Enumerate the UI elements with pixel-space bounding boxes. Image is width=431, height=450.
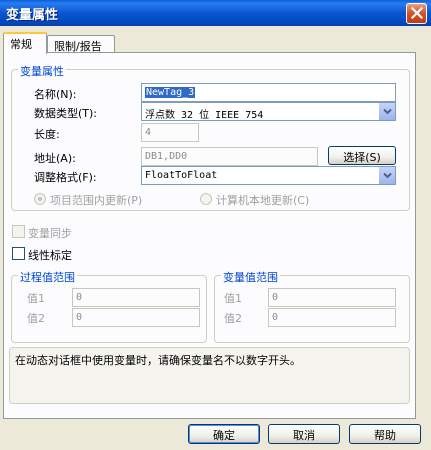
process-value2: 0 [76,312,83,323]
variable-sync-label: 变量同步 [28,227,72,240]
tab-panel: 变量属性 名称(N): NewTag_3 数据类型(T): 浮点数 32 位 I… [3,52,416,419]
tab-limits-report[interactable]: 限制/报告 [47,35,115,53]
adjust-format-dropdown-button[interactable] [378,167,395,184]
process-value1-label: 值1 [27,292,45,305]
name-value: NewTag_3 [145,87,196,98]
radio-selected-dot [38,197,42,201]
radio-local-update-label: 计算机本地更新(C) [216,194,310,207]
window-title: 变量属性 [6,8,59,23]
chevron-down-icon [383,108,392,115]
title-bar[interactable]: 变量属性 [0,0,431,26]
variable-range-group: 变量值范围 值1 0 值2 0 [214,269,410,343]
cancel-button-label: 取消 [293,429,315,442]
linear-scaling-label: 线性标定 [28,249,72,262]
variable-value2: 0 [272,312,279,323]
data-type-select[interactable]: 浮点数 32 位 IEEE 754 [141,102,396,121]
adjust-format-label: 调整格式(F): [34,171,97,184]
process-value1-field: 0 [72,288,200,307]
info-note-box: 在动态对话框中使用变量时，请确保变量名不以数字开头。 [9,347,410,404]
address-value: DB1,DD0 [145,151,188,162]
process-value1: 0 [76,292,83,303]
address-label: 地址(A): [34,152,76,165]
variable-value1: 0 [272,292,279,303]
length-value: 4 [145,127,152,138]
name-label: 名称(N): [34,88,77,101]
adjust-format-value: FloatToFloat [145,170,218,181]
length-label: 长度: [34,128,60,141]
data-type-dropdown-button[interactable] [378,103,395,120]
data-type-label: 数据类型(T): [34,107,98,120]
variable-sync-checkbox[interactable] [12,225,25,238]
help-button[interactable]: 帮助 [349,424,421,444]
name-input[interactable]: NewTag_3 [141,83,396,102]
close-button[interactable] [406,3,427,24]
tab-general-label: 常规 [10,38,32,51]
select-button[interactable]: 选择(S) [328,146,396,165]
select-button-label: 选择(S) [343,151,381,164]
linear-scaling-checkbox[interactable] [12,247,25,260]
variable-value1-label: 值1 [224,292,242,305]
radio-local-update[interactable] [200,193,212,205]
process-range-group: 过程值范围 值1 0 值2 0 [11,269,207,343]
tab-general[interactable]: 常规 [3,32,47,54]
variable-properties-group: 变量属性 名称(N): NewTag_3 数据类型(T): 浮点数 32 位 I… [11,63,410,211]
radio-project-update-label: 项目范围内更新(P) [50,194,143,207]
variable-properties-title: 变量属性 [18,63,66,79]
variable-value2-label: 值2 [224,312,242,325]
ok-button-label: 确定 [213,429,235,442]
variable-value2-field: 0 [268,308,396,327]
close-icon [411,7,423,19]
cancel-button[interactable]: 取消 [268,424,340,444]
process-value2-label: 值2 [27,312,45,325]
process-range-title: 过程值范围 [18,269,77,285]
chevron-down-icon [383,172,392,179]
radio-project-update[interactable] [34,193,46,205]
variable-value1-field: 0 [268,288,396,307]
adjust-format-select[interactable]: FloatToFloat [141,166,396,185]
process-value2-field: 0 [72,308,200,327]
data-type-value: 浮点数 32 位 IEEE 754 [145,110,264,121]
length-field: 4 [141,123,199,142]
ok-button[interactable]: 确定 [188,424,260,444]
variable-range-title: 变量值范围 [221,269,280,285]
address-field: DB1,DD0 [141,147,318,166]
help-button-label: 帮助 [374,429,396,442]
info-note-text: 在动态对话框中使用变量时，请确保变量名不以数字开头。 [15,354,301,367]
